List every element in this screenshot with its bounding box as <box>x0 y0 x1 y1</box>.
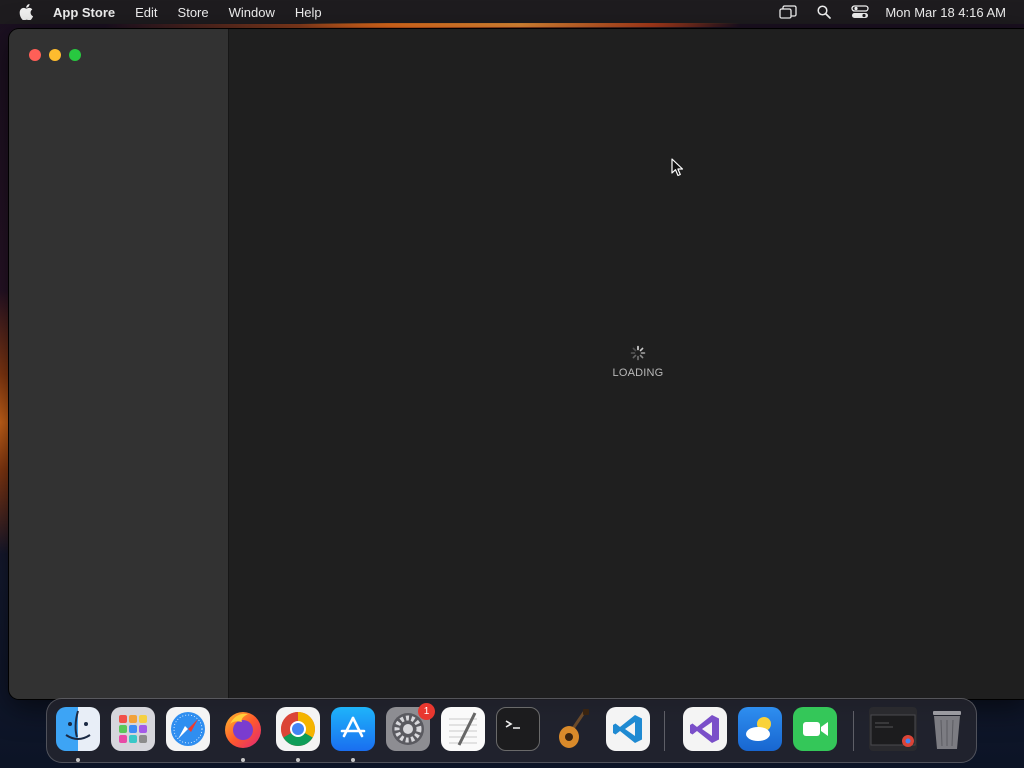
chrome-window-thumbnail[interactable] <box>869 707 917 751</box>
terminal-icon[interactable] <box>496 707 540 751</box>
menu-help[interactable]: Help <box>295 5 322 20</box>
trash-icon[interactable] <box>925 707 969 751</box>
safari-icon[interactable] <box>166 707 210 751</box>
zoom-window-button[interactable] <box>69 49 81 61</box>
dock: 1 <box>46 698 977 763</box>
apple-menu-icon[interactable] <box>18 4 34 20</box>
app-store-window: LOADING <box>9 29 1024 699</box>
screen-mirroring-icon[interactable] <box>779 5 797 19</box>
textedit-icon[interactable] <box>441 707 485 751</box>
menu-edit[interactable]: Edit <box>135 5 157 20</box>
minimize-window-button[interactable] <box>49 49 61 61</box>
menu-window[interactable]: Window <box>229 5 275 20</box>
firefox-icon[interactable] <box>221 707 265 751</box>
close-window-button[interactable] <box>29 49 41 61</box>
loading-label: LOADING <box>612 367 664 379</box>
app-store-icon[interactable] <box>331 707 375 751</box>
dock-separator <box>853 711 854 751</box>
mouse-cursor-icon <box>671 158 684 177</box>
finder-running-dot <box>76 758 80 762</box>
finder-icon[interactable] <box>56 707 100 751</box>
menu-app-name[interactable]: App Store <box>53 5 115 20</box>
menu-bar: App Store Edit Store Window Help Mon Mar… <box>0 0 1024 24</box>
spotlight-search-icon[interactable] <box>815 5 833 19</box>
visual-studio-icon[interactable] <box>683 707 727 751</box>
launchpad-icon[interactable] <box>111 707 155 751</box>
firefox-running-dot <box>241 758 245 762</box>
control-center-icon[interactable] <box>851 5 869 19</box>
main-content: LOADING <box>230 29 1024 699</box>
notification-badge: 1 <box>418 703 435 720</box>
facetime-icon[interactable] <box>793 707 837 751</box>
app-store-running-dot <box>351 758 355 762</box>
garageband-icon[interactable] <box>551 707 595 751</box>
chrome-icon[interactable] <box>276 707 320 751</box>
window-controls <box>29 49 89 61</box>
spinner-icon <box>630 345 646 361</box>
weather-icon[interactable] <box>738 707 782 751</box>
loading-indicator: LOADING <box>608 345 668 379</box>
menu-bar-clock[interactable]: Mon Mar 18 4:16 AM <box>885 5 1006 20</box>
sidebar <box>9 29 229 699</box>
vscode-icon[interactable] <box>606 707 650 751</box>
menu-store[interactable]: Store <box>178 5 209 20</box>
wallpaper-glow <box>300 23 740 27</box>
chrome-running-dot <box>296 758 300 762</box>
dock-separator <box>664 711 665 751</box>
